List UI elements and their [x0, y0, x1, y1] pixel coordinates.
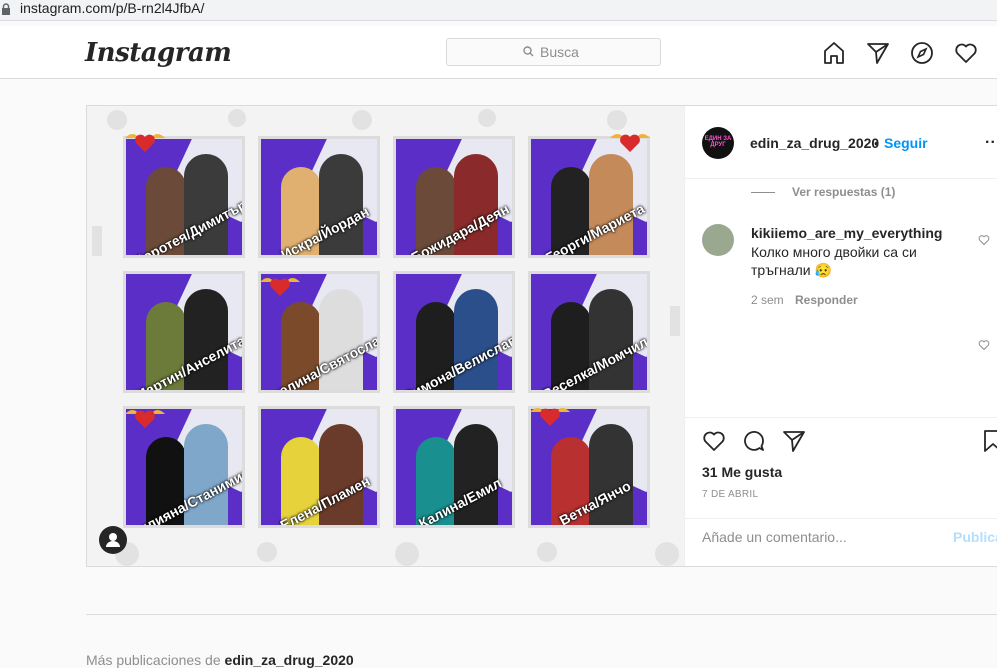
winged-heart-sticker	[530, 408, 570, 426]
direct-icon[interactable]	[866, 41, 890, 65]
url-text: instagram.com/p/B-rn2l4JfbA/	[20, 0, 205, 16]
browser-address-bar[interactable]: instagram.com/p/B-rn2l4JfbA/	[0, 0, 997, 21]
search-icon	[523, 46, 534, 57]
lock-icon	[2, 3, 10, 15]
couple-tile: Веселка/Момчил	[528, 271, 650, 393]
couple-tile: Мартин/Анселита	[123, 271, 245, 393]
commenter-avatar[interactable]	[702, 224, 734, 256]
winged-heart-sticker	[260, 278, 300, 296]
winged-heart-sticker	[125, 410, 165, 428]
comment-text: Колко много двойки са си тръгнали 😥	[751, 244, 917, 278]
view-replies-link[interactable]: Ver respuestas (1)	[792, 185, 895, 199]
comment-like-icon[interactable]	[978, 339, 990, 351]
couple-tile: Доротея/Димитър	[123, 136, 245, 258]
winged-heart-sticker	[610, 134, 650, 152]
reply-button[interactable]: Responder	[795, 293, 858, 307]
post-actions: 31 Me gusta 7 DE ABRIL	[685, 417, 997, 519]
tagged-users-button[interactable]	[99, 526, 127, 554]
publish-button[interactable]: Publica	[953, 529, 997, 545]
couple-tile: Елена/Пламен	[258, 406, 380, 528]
more-posts-username[interactable]: edin_za_drug_2020	[225, 652, 354, 668]
post-sidebar: ЕДИН ЗА ДРУГ edin_za_drug_2020 • Seguir …	[685, 106, 997, 566]
like-icon[interactable]	[702, 429, 726, 453]
save-icon[interactable]	[981, 429, 997, 453]
comment-input[interactable]: Añade un comentario...	[702, 529, 847, 545]
section-divider	[86, 614, 997, 615]
explore-icon[interactable]	[910, 41, 934, 65]
comment-icon[interactable]	[742, 429, 766, 453]
commenter-username[interactable]: kikiiemo_are_my_everything	[751, 225, 942, 241]
couple-tile: Божидара/Деян	[393, 136, 515, 258]
more-posts-heading: Más publicaciones de edin_za_drug_2020	[86, 652, 354, 668]
comment-time[interactable]: 2 sem	[751, 293, 784, 307]
replies-divider	[751, 192, 775, 193]
post-date: 7 DE ABRIL	[702, 489, 759, 500]
couple-tile: Георги/Мариета	[528, 136, 650, 258]
post-header: ЕДИН ЗА ДРУГ edin_za_drug_2020 • Seguir …	[685, 106, 997, 179]
author-avatar[interactable]: ЕДИН ЗА ДРУГ	[702, 127, 734, 159]
couple-tile: Симона/Велислав	[393, 271, 515, 393]
post-image[interactable]: Доротея/Димитър Искра/Йордан Божидара/Де…	[87, 106, 685, 566]
author-username[interactable]: edin_za_drug_2020	[750, 135, 879, 151]
share-icon[interactable]	[782, 429, 806, 453]
follow-button[interactable]: Seguir	[884, 135, 928, 151]
couple-tile: Искра/Йордан	[258, 136, 380, 258]
instagram-logo[interactable]: Instagram	[85, 38, 232, 68]
search-input[interactable]: Busca	[446, 38, 661, 66]
post-card: Доротея/Димитър Искра/Йордан Божидара/Де…	[86, 105, 997, 567]
likes-count[interactable]: 31 Me gusta	[702, 464, 782, 480]
user-icon	[106, 533, 120, 547]
search-placeholder: Busca	[540, 44, 579, 60]
couple-tile: Калина/Емил	[393, 406, 515, 528]
comment-like-icon[interactable]	[978, 234, 990, 246]
top-navigation: Instagram Busca	[0, 26, 997, 79]
home-icon[interactable]	[822, 41, 846, 65]
activity-heart-icon[interactable]	[954, 41, 978, 65]
winged-heart-sticker	[125, 134, 165, 152]
more-options-icon[interactable]: ...	[985, 130, 997, 148]
separator-dot: •	[874, 135, 879, 151]
